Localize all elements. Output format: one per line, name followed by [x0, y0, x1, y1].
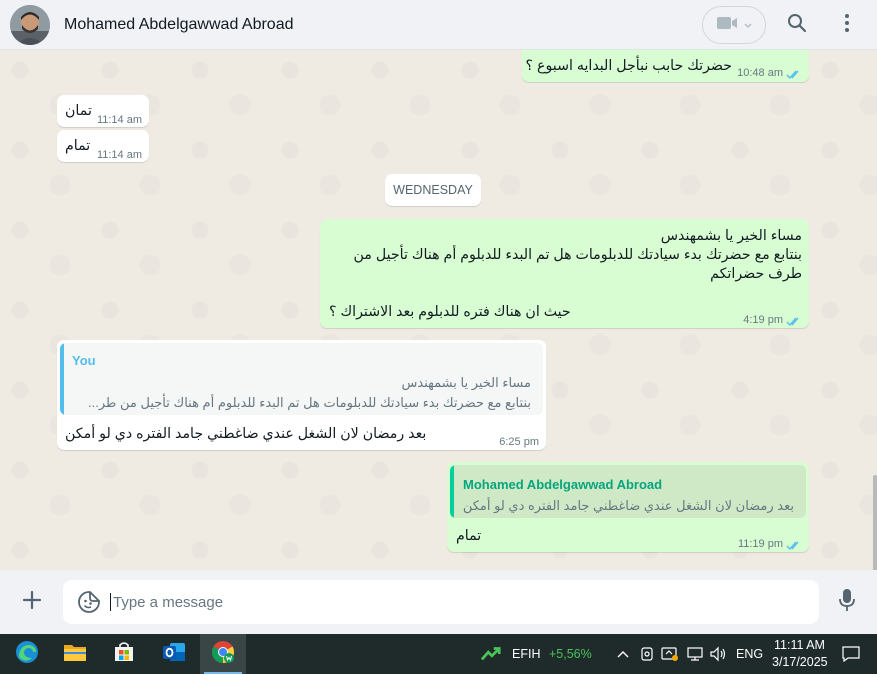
message-text: تمام	[65, 138, 91, 154]
notification-icon[interactable]	[841, 644, 861, 664]
search-button[interactable]	[783, 11, 811, 39]
stock-trend-icon[interactable]	[481, 644, 501, 664]
taskbar-edge[interactable]	[4, 634, 50, 674]
taskbar-outlook[interactable]	[151, 634, 197, 674]
message-time: 4:19 pm	[743, 311, 802, 330]
message-time: 6:25 pm	[499, 436, 539, 448]
quote-author: You	[72, 353, 96, 368]
plus-icon	[22, 590, 42, 615]
chat-scrollbar[interactable]	[873, 475, 877, 570]
text-caret	[110, 593, 111, 611]
meet-now-icon[interactable]	[637, 644, 657, 664]
message-outgoing[interactable]: حضرتك حابب نبأجل البدايه اسبوع ؟ 10:48 a…	[522, 50, 809, 82]
message-text: تمان	[65, 103, 92, 119]
message-time: 10:48 am	[737, 64, 802, 83]
quote-text: بنتابع مع حضرتك بدء سيادتك للدبلومات هل …	[88, 395, 531, 410]
message-outgoing[interactable]: Mohamed Abdelgawwad Abroad بعد رمضان لان…	[447, 462, 809, 552]
taskbar-chrome[interactable]	[200, 634, 246, 674]
volume-icon[interactable]	[708, 644, 728, 664]
clock-time[interactable]: 11:11 AM	[774, 638, 825, 652]
double-check-icon	[786, 315, 802, 327]
store-icon	[113, 641, 135, 668]
message-text-line: طرف حضراتكم	[710, 266, 802, 282]
message-incoming[interactable]: You مساء الخير يا بشمهندس بنتابع مع حضرت…	[57, 340, 546, 450]
sticker-icon	[77, 591, 101, 618]
message-text-line: مساء الخير يا بشمهندس	[660, 228, 802, 244]
message-text: بعد رمضان لان الشغل عندي ضاغطني جامد الف…	[65, 426, 427, 442]
menu-button[interactable]	[834, 11, 860, 39]
microphone-icon	[838, 588, 856, 617]
stock-ticker[interactable]: EFIH	[512, 647, 540, 661]
double-check-icon	[786, 539, 802, 551]
attach-button[interactable]	[18, 588, 46, 616]
message-time: 11:19 pm	[738, 535, 802, 554]
folder-icon	[63, 642, 87, 667]
message-text-line: بنتابع مع حضرتك بدء سيادتك للدبلومات هل …	[353, 247, 802, 263]
chevron-up-icon[interactable]	[613, 644, 633, 664]
date-separator: WEDNESDAY	[385, 174, 481, 206]
taskbar-microsoft-store[interactable]	[101, 634, 147, 674]
message-time: 11:14 am	[96, 114, 142, 126]
message-list[interactable]: حضرتك حابب نبأجل البدايه اسبوع ؟ 10:48 a…	[0, 50, 877, 570]
clock-date[interactable]: 3/17/2025	[772, 655, 828, 669]
quoted-message[interactable]: You مساء الخير يا بشمهندس بنتابع مع حضرت…	[60, 343, 543, 415]
update-icon[interactable]	[660, 644, 680, 664]
message-text-line: حيث ان هناك فتره للدبلوم بعد الاشتراك ؟	[329, 304, 571, 320]
outlook-icon	[162, 640, 186, 669]
video-call-icon	[716, 15, 738, 36]
chrome-icon	[211, 640, 235, 669]
language-indicator[interactable]: ENG	[736, 647, 763, 661]
edge-icon	[15, 640, 39, 669]
contact-name[interactable]: Mohamed Abdelgawwad Abroad	[64, 16, 294, 34]
message-input-wrap	[63, 580, 819, 624]
composer	[0, 570, 877, 634]
avatar[interactable]	[10, 5, 50, 45]
menu-icon	[844, 13, 850, 38]
message-text: تمام	[456, 528, 482, 544]
double-check-icon	[786, 68, 802, 80]
sticker-button[interactable]	[77, 590, 101, 614]
message-time: 11:14 am	[96, 149, 142, 161]
search-icon	[787, 13, 807, 38]
quote-text: مساء الخير يا بشمهندس	[401, 375, 531, 390]
message-text: حضرتك حابب نبأجل البدايه اسبوع ؟	[525, 58, 732, 74]
video-call-button[interactable]	[702, 6, 766, 44]
voice-message-button[interactable]	[834, 588, 860, 616]
quote-bar	[450, 465, 454, 518]
message-incoming[interactable]: تمان 11:14 am	[57, 95, 149, 127]
windows-taskbar: EFIH +5,56% ENG 11:11 AM 3/17/2025	[0, 634, 877, 674]
quoted-message[interactable]: Mohamed Abdelgawwad Abroad بعد رمضان لان…	[450, 465, 806, 518]
message-input[interactable]	[113, 586, 803, 618]
quote-author: Mohamed Abdelgawwad Abroad	[463, 477, 663, 492]
message-incoming[interactable]: تمام 11:14 am	[57, 130, 149, 162]
message-outgoing[interactable]: مساء الخير يا بشمهندس بنتابع مع حضرتك بد…	[320, 219, 809, 328]
chevron-down-icon	[744, 16, 752, 34]
quote-text: بعد رمضان لان الشغل عندي ضاغطني جامد الف…	[462, 498, 794, 513]
chat-header: Mohamed Abdelgawwad Abroad	[0, 0, 877, 50]
network-icon[interactable]	[685, 644, 705, 664]
quote-bar	[60, 343, 64, 415]
taskbar-file-explorer[interactable]	[52, 634, 98, 674]
stock-change[interactable]: +5,56%	[549, 647, 592, 661]
